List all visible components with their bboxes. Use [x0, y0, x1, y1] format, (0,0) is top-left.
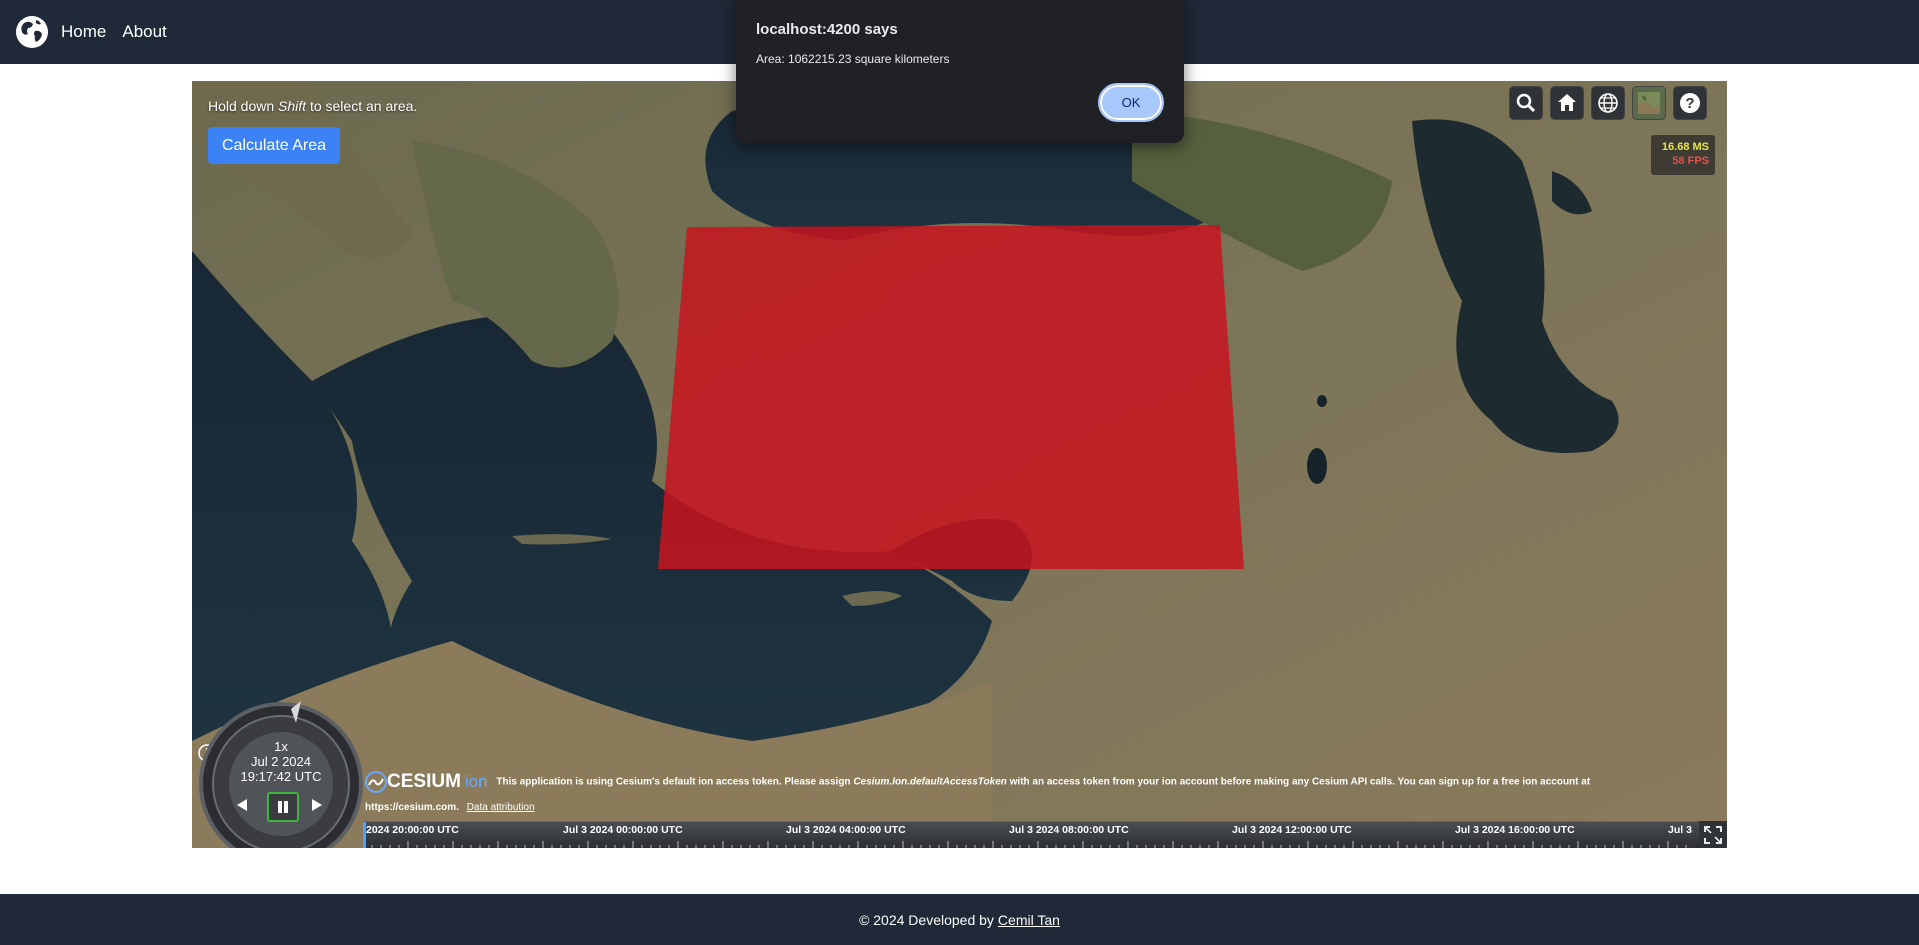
fullscreen-icon: [1704, 825, 1722, 844]
imagery-picker-icon[interactable]: [1632, 86, 1666, 120]
pause-icon: [278, 801, 288, 813]
selected-area-polygon: [658, 225, 1244, 569]
home-icon[interactable]: [1550, 86, 1584, 120]
globe-icon[interactable]: [1591, 86, 1625, 120]
animation-time: 19:17:42 UTC: [240, 769, 322, 784]
play-reverse-icon[interactable]: [234, 797, 250, 813]
timeline-label: Jul 3 2024 08:00:00 UTC: [1009, 824, 1129, 836]
globe-icon[interactable]: [15, 15, 49, 49]
timeline-label: Jul 3: [1668, 824, 1692, 836]
timeline-needle[interactable]: [363, 822, 366, 848]
animation-speed: 1x: [274, 739, 288, 754]
footer-text: © 2024 Developed by: [859, 911, 994, 928]
cesium-map-viewer[interactable]: Hold down Shift to select an area. Calcu…: [192, 81, 1727, 848]
timeline-label: Jul 3 2024 12:00:00 UTC: [1232, 824, 1352, 836]
search-icon[interactable]: [1509, 86, 1543, 120]
timeline-label: 2024 20:00:00 UTC: [366, 824, 459, 836]
play-forward-icon[interactable]: [309, 797, 325, 813]
timeline[interactable]: 2024 20:00:00 UTC Jul 3 2024 00:00:00 UT…: [363, 821, 1727, 848]
pause-button[interactable]: [267, 792, 299, 822]
dialog-message: Area: 1062215.23 square kilometers: [756, 52, 950, 66]
satellite-imagery: [192, 81, 1727, 848]
animation-date: Jul 2 2024: [251, 754, 311, 769]
nav-home-link[interactable]: Home: [61, 22, 106, 42]
alert-dialog: localhost:4200 says Area: 1062215.23 squ…: [736, 0, 1184, 143]
cesium-url[interactable]: https://cesium.com.: [365, 802, 459, 813]
timeline-ticks: [363, 841, 1687, 848]
calculate-area-button[interactable]: Calculate Area: [208, 127, 340, 164]
frame-rate: 58 FPS: [1672, 155, 1709, 167]
ok-button[interactable]: OK: [1098, 83, 1164, 122]
author-link[interactable]: Cemil Tan: [998, 912, 1060, 928]
timeline-label: Jul 3 2024 04:00:00 UTC: [786, 824, 906, 836]
cesium-logo-icon: [365, 771, 387, 793]
shift-hint: Hold down Shift to select an area.: [208, 98, 418, 114]
cesium-ion-logo[interactable]: CESIUM ion: [365, 771, 488, 793]
data-attribution-link[interactable]: Data attribution: [467, 802, 535, 813]
animation-widget[interactable]: 1x Jul 2 2024 19:17:42 UTC: [196, 699, 366, 848]
performance-display: 16.68 MS 58 FPS: [1651, 135, 1715, 175]
footer: © 2024 Developed by Cemil Tan: [0, 894, 1919, 945]
access-token-notice: This application is using Cesium's defau…: [496, 776, 1591, 788]
cesium-toolbar: ?: [1509, 86, 1707, 120]
svg-text:?: ?: [1685, 95, 1694, 112]
nav-about-link[interactable]: About: [122, 22, 166, 42]
timeline-label: Jul 3 2024 00:00:00 UTC: [563, 824, 683, 836]
credit-url-line: https://cesium.com. Data attribution: [365, 802, 535, 813]
credits: CESIUM ion This application is using Ces…: [365, 771, 1705, 793]
fullscreen-button[interactable]: [1699, 821, 1727, 848]
timeline-label: Jul 3 2024 16:00:00 UTC: [1455, 824, 1575, 836]
help-icon[interactable]: ?: [1673, 86, 1707, 120]
dialog-title: localhost:4200 says: [756, 21, 898, 38]
frame-time: 16.68 MS: [1661, 141, 1709, 153]
